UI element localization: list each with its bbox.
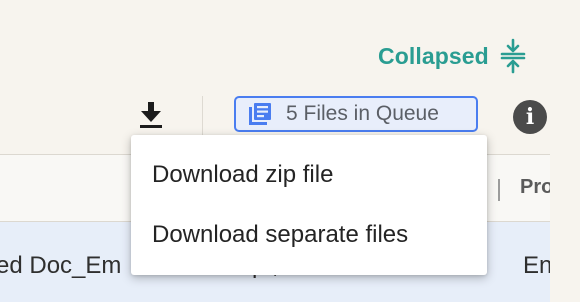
file-list-icon — [249, 103, 271, 125]
toolbar-divider — [202, 96, 203, 136]
column-resize-handle[interactable] — [498, 179, 500, 201]
table-right-gutter — [550, 154, 580, 302]
download-options-menu: Download zip file Download separate file… — [131, 135, 487, 275]
collapse-vertical-icon — [500, 38, 526, 74]
menu-item-download-separate[interactable]: Download separate files — [131, 205, 487, 265]
app-window: Collapsed 5 Files in Queue i Pro ed Doc_… — [0, 0, 580, 302]
column-header-product[interactable]: Pro — [520, 176, 553, 199]
files-queue-label: 5 Files in Queue — [286, 102, 439, 125]
collapse-toggle[interactable]: Collapsed — [378, 38, 527, 74]
table-cell-product: En — [523, 252, 553, 279]
toolbar: 5 Files in Queue i — [0, 92, 580, 140]
info-button[interactable]: i — [513, 100, 547, 134]
download-icon — [140, 102, 162, 128]
menu-item-download-zip[interactable]: Download zip file — [131, 145, 487, 205]
info-icon: i — [525, 104, 535, 130]
files-queue-button[interactable]: 5 Files in Queue — [234, 96, 478, 132]
download-button[interactable] — [136, 98, 166, 132]
collapse-toggle-label: Collapsed — [378, 42, 489, 69]
table-cell-name: ed Doc_Em — [0, 252, 122, 279]
